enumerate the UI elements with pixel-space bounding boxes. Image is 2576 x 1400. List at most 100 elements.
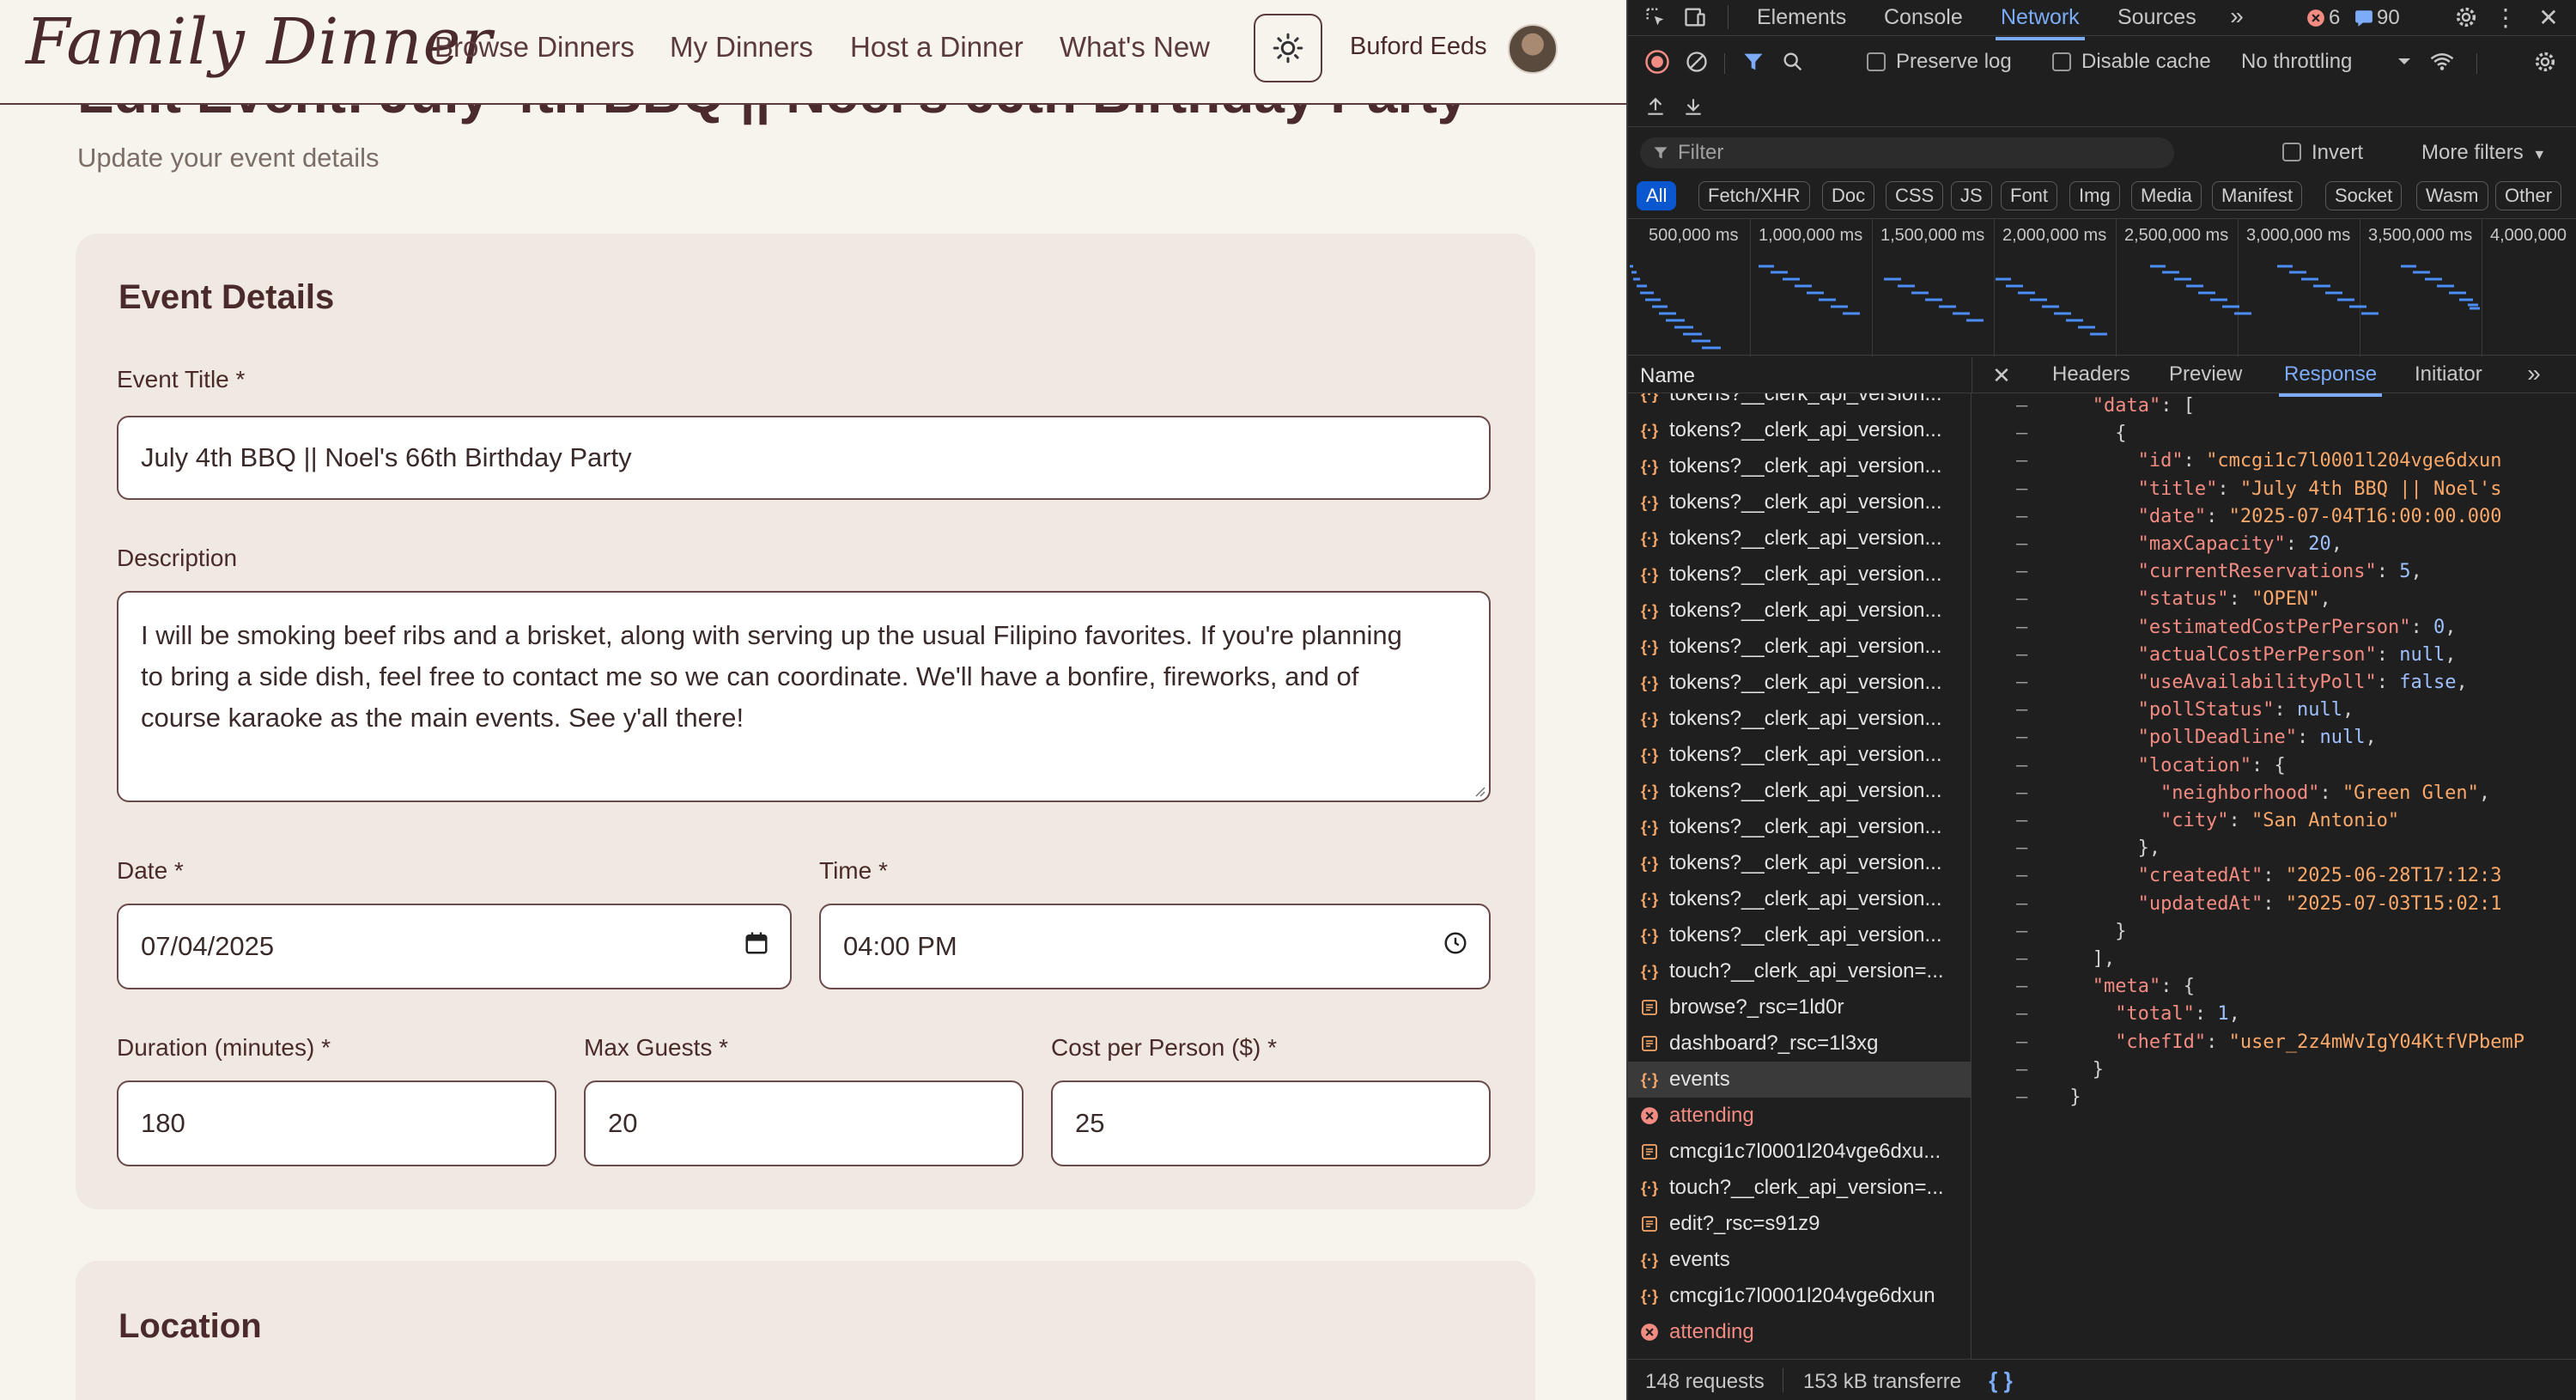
network-overview-timeline[interactable]: 500,000 ms 1,000,000 ms 1,500,000 ms 2,0… [1628, 218, 2576, 356]
request-row[interactable]: browse?_rsc=1ld0r [1628, 989, 1971, 1026]
device-toolbar-icon[interactable] [1681, 3, 1709, 31]
user-name[interactable]: Buford Eeds [1350, 33, 1487, 61]
nav-my-dinners[interactable]: My Dinners [670, 31, 813, 64]
request-row[interactable]: dashboard?_rsc=1l3xg [1628, 1026, 1971, 1062]
json-token: , [2445, 643, 2457, 666]
detail-tab-headers[interactable]: Headers [2052, 362, 2130, 387]
request-row[interactable]: {·} events [1628, 1242, 1971, 1278]
request-row[interactable]: {·} touch?__clerk_api_version=... [1628, 1170, 1971, 1206]
event-title-input[interactable]: July 4th BBQ || Noel's 66th Birthday Par… [117, 416, 1491, 500]
type-filter-js[interactable]: JS [1951, 181, 1992, 210]
type-filter-media[interactable]: Media [2131, 181, 2202, 210]
request-row[interactable]: {·} tokens?__clerk_api_version... [1628, 557, 1971, 593]
type-filter-font[interactable]: Font [2001, 181, 2058, 210]
request-row[interactable]: {·} tokens?__clerk_api_version... [1628, 701, 1971, 737]
request-row[interactable]: {·} tokens?__clerk_api_version... [1628, 665, 1971, 701]
network-conditions-icon[interactable] [2428, 48, 2456, 76]
request-list[interactable]: {·} tokens?__clerk_api_version... {·} token… [1628, 393, 1971, 1359]
kebab-menu-icon[interactable]: ⋮ [2494, 3, 2518, 31]
name-column-header[interactable]: Name [1640, 364, 1695, 388]
upload-icon[interactable] [1642, 93, 1669, 120]
error-icon [2307, 9, 2324, 27]
detail-tab-preview[interactable]: Preview [2169, 362, 2242, 387]
request-row[interactable]: {·} tokens?__clerk_api_version... [1628, 520, 1971, 557]
clock-icon[interactable] [1443, 930, 1468, 963]
request-row[interactable]: {·} cmcgi1c7l0001l204vge6dxun [1628, 1278, 1971, 1314]
download-icon[interactable] [1680, 93, 1707, 120]
request-row[interactable]: {·} tokens?__clerk_api_version... [1628, 809, 1971, 845]
close-details-icon[interactable]: ✕ [1989, 362, 2014, 388]
tab-sources[interactable]: Sources [2117, 5, 2196, 30]
throttling-select[interactable]: No throttling [2241, 50, 2352, 74]
request-row[interactable]: {·} tokens?__clerk_api_version... [1628, 845, 1971, 881]
dropdown-arrow-icon[interactable] [2394, 53, 2415, 70]
more-filters-button[interactable]: More filters ▼ [2421, 141, 2546, 165]
request-row[interactable]: {·} tokens?__clerk_api_version... [1628, 773, 1971, 809]
disable-cache-label[interactable]: Disable cache [2081, 50, 2211, 74]
request-row[interactable]: {·} tokens?__clerk_api_version... [1628, 881, 1971, 917]
record-stop-icon[interactable] [1643, 48, 1671, 76]
filter-funnel-icon[interactable] [1740, 48, 1767, 76]
nav-host-a-dinner[interactable]: Host a Dinner [850, 31, 1024, 64]
disable-cache-checkbox[interactable] [2052, 52, 2071, 71]
tab-console[interactable]: Console [1884, 5, 1963, 30]
request-row[interactable]: {·} tokens?__clerk_api_version... [1628, 484, 1971, 520]
type-filter-doc[interactable]: Doc [1822, 181, 1875, 210]
request-row[interactable]: cmcgi1c7l0001l204vge6dxu... [1628, 1134, 1971, 1170]
user-avatar[interactable] [1508, 24, 1558, 74]
error-count-badge[interactable]: 6 [2306, 5, 2340, 31]
preserve-log-checkbox[interactable] [1867, 52, 1886, 71]
request-row[interactable]: {·} touch?__clerk_api_version=... [1628, 953, 1971, 989]
request-row[interactable]: {·} tokens?__clerk_api_version... [1628, 917, 1971, 953]
network-settings-gear-icon[interactable] [2531, 48, 2559, 76]
tab-elements[interactable]: Elements [1757, 5, 1846, 30]
time-input[interactable]: 04:00 PM [819, 904, 1491, 989]
calendar-icon[interactable] [744, 930, 769, 963]
message-count-badge[interactable]: 90 [2354, 5, 2400, 31]
type-filter-other[interactable]: Other [2495, 181, 2562, 210]
clear-icon[interactable] [1683, 48, 1710, 76]
request-row[interactable]: {·} tokens?__clerk_api_version... [1628, 393, 1971, 412]
nav-browse-dinners[interactable]: Browse Dinners [434, 31, 635, 64]
type-filter-all[interactable]: All [1637, 181, 1677, 210]
settings-gear-icon[interactable] [2452, 3, 2480, 31]
request-row[interactable]: attending [1628, 1098, 1971, 1134]
request-row[interactable]: {·} events [1628, 1062, 1971, 1098]
type-filter-fetch-xhr[interactable]: Fetch/XHR [1698, 181, 1810, 210]
request-row[interactable]: attending [1628, 1314, 1971, 1350]
detail-tab-response[interactable]: Response [2278, 362, 2383, 397]
detail-tab-initiator[interactable]: Initiator [2415, 362, 2482, 387]
resize-handle-icon[interactable] [1472, 783, 1485, 797]
more-detail-tabs-icon[interactable]: » [2521, 360, 2547, 387]
search-icon[interactable] [1779, 48, 1807, 76]
request-row[interactable]: edit?_rsc=s91z9 [1628, 1206, 1971, 1242]
date-input[interactable]: 07/04/2025 [117, 904, 792, 989]
theme-toggle-button[interactable] [1254, 14, 1322, 82]
nav-whats-new[interactable]: What's New [1060, 31, 1210, 64]
invert-checkbox[interactable] [2282, 143, 2301, 161]
tab-network[interactable]: Network [1996, 5, 2085, 40]
type-filter-socket[interactable]: Socket [2325, 181, 2403, 210]
description-textarea[interactable]: I will be smoking beef ribs and a briske… [117, 591, 1491, 802]
max-guests-input[interactable]: 20 [584, 1080, 1024, 1166]
response-body[interactable]: – "data": [– {– "id": "cmcgi1c7l0001l204vge… [1973, 393, 2576, 1359]
more-tabs-icon[interactable]: » [2224, 3, 2250, 29]
duration-input[interactable]: 180 [117, 1080, 556, 1166]
close-devtools-icon[interactable]: ✕ [2535, 3, 2562, 31]
request-row[interactable]: {·} tokens?__clerk_api_version... [1628, 412, 1971, 448]
preserve-log-label[interactable]: Preserve log [1896, 50, 2012, 74]
type-filter-wasm[interactable]: Wasm [2416, 181, 2488, 210]
cost-input[interactable]: 25 [1051, 1080, 1491, 1166]
inspect-element-icon[interactable] [1642, 3, 1669, 31]
request-row[interactable]: {·} tokens?__clerk_api_version... [1628, 629, 1971, 665]
request-row[interactable]: {·} tokens?__clerk_api_version... [1628, 593, 1971, 629]
request-row[interactable]: {·} tokens?__clerk_api_version... [1628, 737, 1971, 773]
type-filter-img[interactable]: Img [2069, 181, 2120, 210]
invert-label[interactable]: Invert [2312, 141, 2363, 165]
type-filter-manifest[interactable]: Manifest [2212, 181, 2303, 210]
type-filter-css[interactable]: CSS [1886, 181, 1944, 210]
request-row[interactable]: {·} tokens?__clerk_api_version... [1628, 448, 1971, 484]
brand-logo[interactable]: Family Dinner [26, 5, 493, 79]
pretty-print-icon[interactable]: { } [1984, 1367, 2018, 1394]
network-filter-input[interactable]: Filter [1640, 137, 2174, 168]
